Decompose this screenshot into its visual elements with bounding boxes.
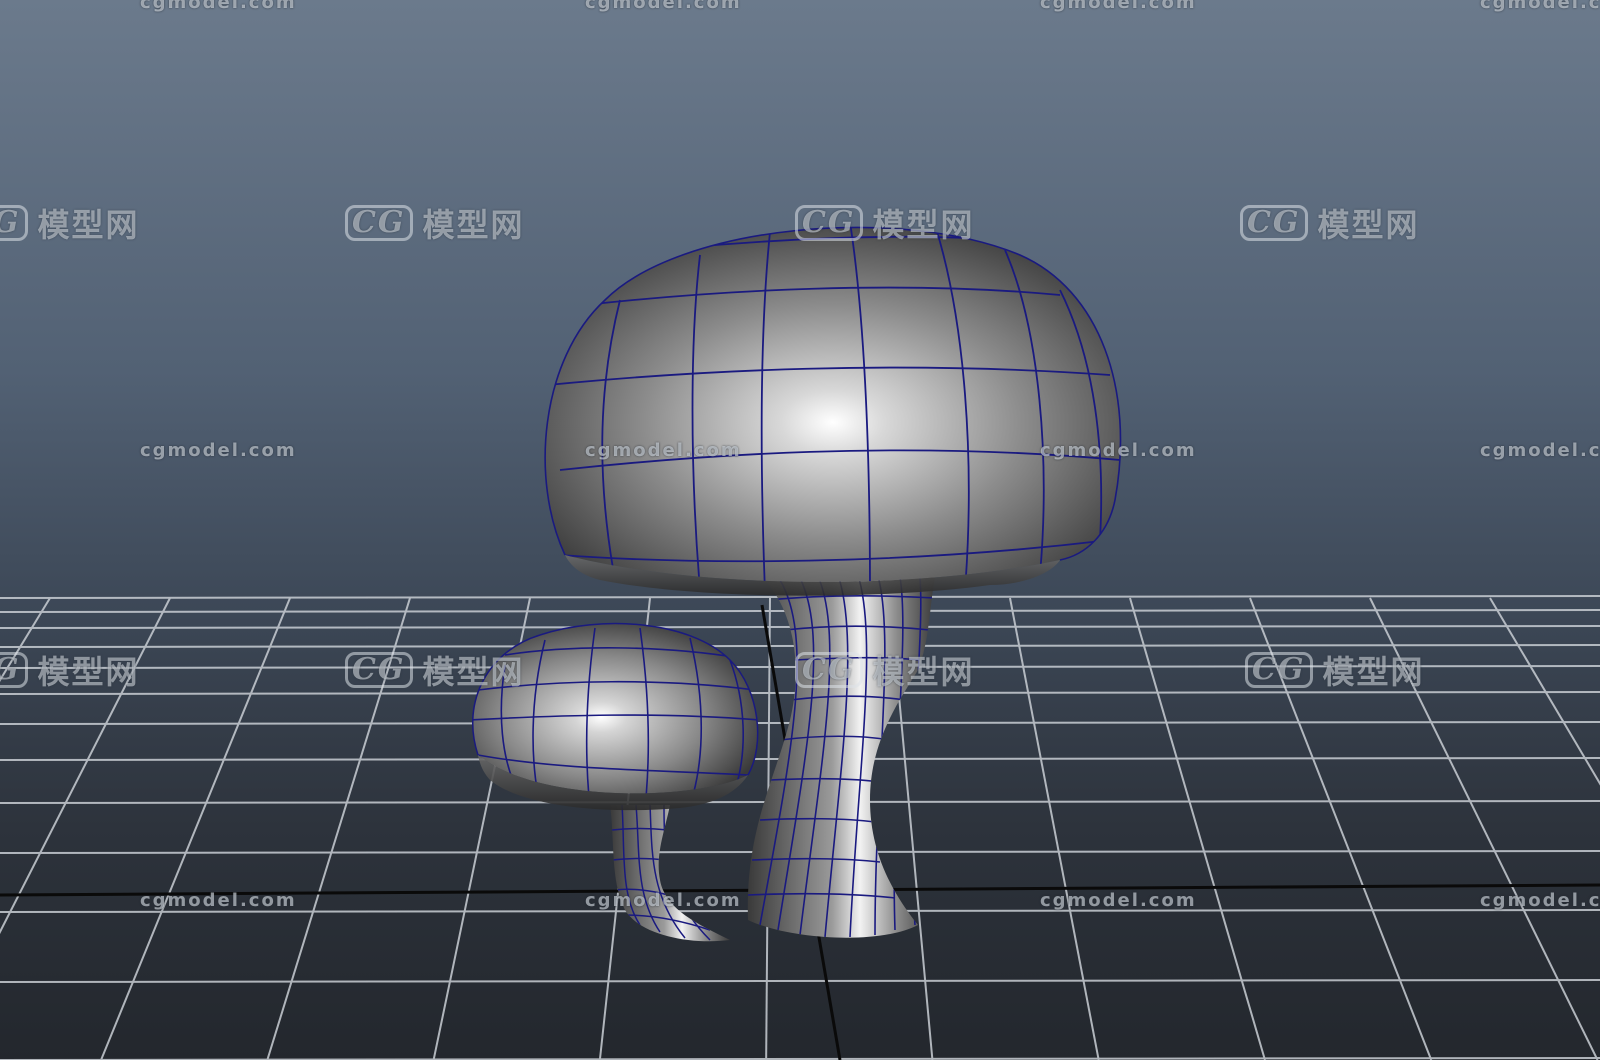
watermark-url: cgmodel.com	[140, 440, 297, 461]
watermark-url: cgmodel.com	[1480, 0, 1600, 13]
watermark-logo-icon: CG	[795, 205, 863, 241]
watermark-logo-icon: CG	[345, 205, 413, 241]
watermark-brand: CG模型网	[1245, 647, 1425, 693]
watermark-logo-icon: CG	[795, 652, 863, 688]
watermark-logo-icon: CG	[1240, 205, 1308, 241]
grid-line	[1489, 597, 1600, 786]
watermark-url: cgmodel.com	[1480, 440, 1600, 461]
watermark-brand: CG模型网	[0, 200, 140, 246]
watermark-logo-icon: CG	[0, 652, 28, 688]
watermark-url: cgmodel.com	[1480, 890, 1600, 911]
watermark-url: cgmodel.com	[1040, 0, 1197, 13]
watermark-brand: CG模型网	[0, 647, 140, 693]
large-mushroom-stem[interactable]	[747, 564, 935, 938]
watermark-url: cgmodel.com	[1040, 890, 1197, 911]
watermark-brand: CG模型网	[795, 200, 975, 246]
3d-viewport[interactable]: cgmodel.com cgmodel.com cgmodel.com cgmo…	[0, 0, 1600, 1060]
watermark-brand: CG模型网	[345, 200, 525, 246]
watermark-url: cgmodel.com	[585, 0, 742, 13]
small-mushroom-stem[interactable]	[610, 805, 730, 942]
watermark-url: cgmodel.com	[585, 440, 742, 461]
watermark-url: cgmodel.com	[140, 890, 297, 911]
watermark-brand: CG模型网	[345, 647, 525, 693]
watermark-logo-icon: CG	[1245, 652, 1313, 688]
watermark-logo-icon: CG	[0, 205, 28, 241]
watermark-url: cgmodel.com	[1040, 440, 1197, 461]
grid-line	[0, 979, 1600, 983]
watermark-url: cgmodel.com	[140, 0, 297, 13]
watermark-url: cgmodel.com	[585, 890, 742, 911]
watermark-logo-icon: CG	[345, 652, 413, 688]
watermark-brand: CG模型网	[795, 647, 975, 693]
large-mushroom-cap[interactable]	[544, 222, 1122, 596]
watermark-brand: CG模型网	[1240, 200, 1420, 246]
